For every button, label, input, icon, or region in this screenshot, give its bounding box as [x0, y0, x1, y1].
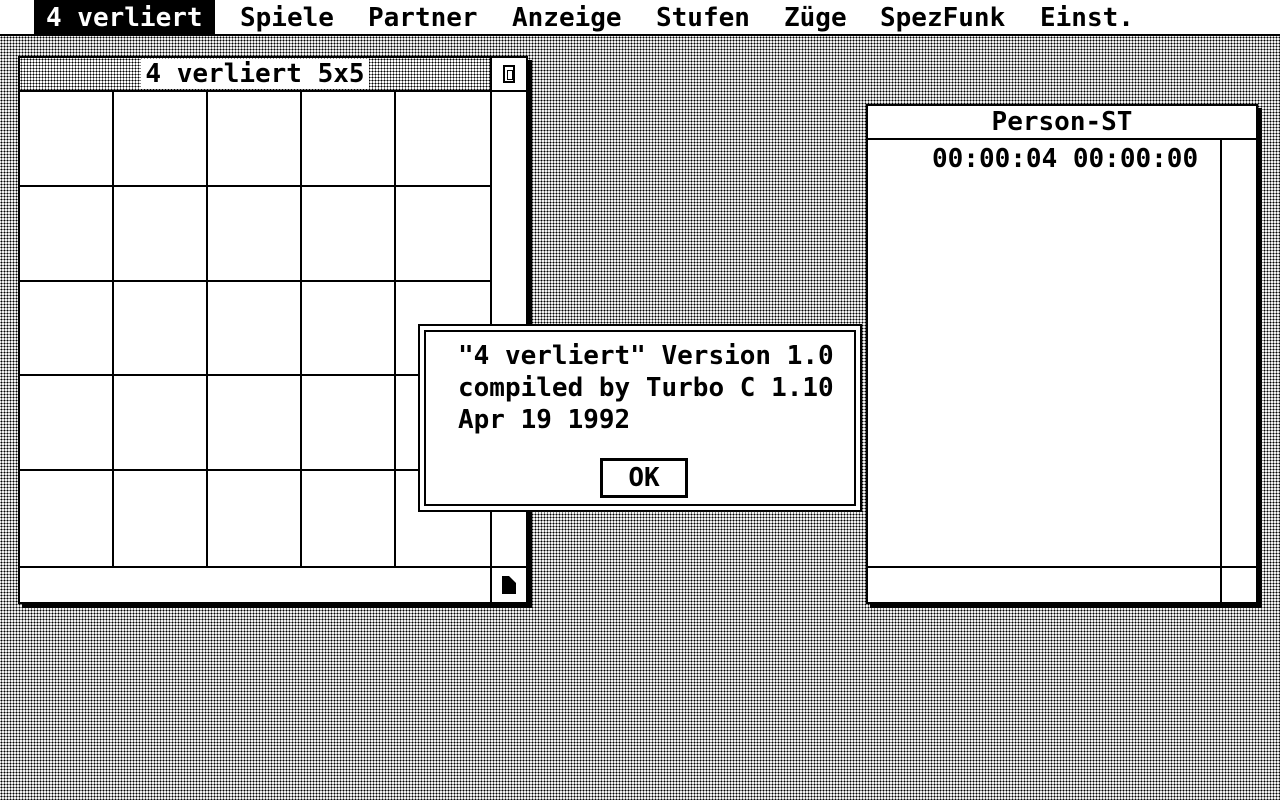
menu-item-stufen[interactable]: Stufen — [656, 0, 750, 36]
about-compiler-line: compiled by Turbo C 1.10 — [458, 373, 834, 403]
menu-item-app[interactable]: 4 verliert — [34, 0, 215, 36]
board-cell[interactable] — [20, 92, 114, 187]
board-cell[interactable] — [114, 92, 208, 187]
player-vertical-scrollbar[interactable] — [1220, 140, 1256, 568]
board-cell[interactable] — [114, 376, 208, 472]
player-size-button[interactable] — [1220, 566, 1256, 602]
size-button[interactable] — [490, 566, 526, 602]
board-cell[interactable] — [208, 92, 302, 187]
board-cell[interactable] — [114, 471, 208, 566]
game-window-titlebar[interactable]: 4 verliert 5x5 — [20, 58, 490, 92]
menu-item-partner[interactable]: Partner — [368, 0, 478, 36]
horizontal-scrollbar[interactable] — [20, 566, 492, 602]
menu-item-zuege[interactable]: Züge — [784, 0, 847, 36]
board-cell[interactable] — [20, 281, 114, 377]
fuller-button[interactable] — [490, 58, 526, 92]
menu-bar: 4 verliert Spiele Partner Anzeige Stufen… — [0, 0, 1280, 36]
board-cell[interactable] — [302, 92, 396, 187]
about-dialog-frame: "4 verliert" Version 1.0 compiled by Tur… — [424, 330, 856, 506]
player-time-list: 00:00:04 00:00:00 — [868, 140, 1220, 568]
board-cell[interactable] — [396, 186, 490, 282]
game-window-title: 4 verliert 5x5 — [141, 59, 369, 89]
board-cell[interactable] — [20, 471, 114, 566]
board-cell[interactable] — [396, 92, 490, 187]
board-cell[interactable] — [20, 376, 114, 472]
menu-item-einst[interactable]: Einst. — [1040, 0, 1134, 36]
about-version-line: "4 verliert" Version 1.0 — [458, 341, 834, 371]
board-cell[interactable] — [302, 376, 396, 472]
fuller-icon — [503, 65, 515, 83]
resize-icon — [502, 576, 516, 594]
board-cell[interactable] — [208, 376, 302, 472]
player-window-titlebar[interactable]: Person-ST — [868, 106, 1256, 140]
board-cell[interactable] — [208, 186, 302, 282]
player-window: Person-ST 00:00:04 00:00:00 — [866, 104, 1258, 604]
menu-item-anzeige[interactable]: Anzeige — [512, 0, 622, 36]
board-cell[interactable] — [302, 471, 396, 566]
player-times: 00:00:04 00:00:00 — [932, 144, 1199, 174]
player-window-title: Person-ST — [991, 107, 1133, 137]
board-cell[interactable] — [302, 186, 396, 282]
menu-item-spiele[interactable]: Spiele — [240, 0, 334, 36]
player-horizontal-scrollbar[interactable] — [868, 566, 1222, 602]
board-cell[interactable] — [114, 186, 208, 282]
board-cell[interactable] — [302, 281, 396, 377]
about-date-line: Apr 19 1992 — [458, 405, 631, 435]
ok-button[interactable]: OK — [600, 458, 688, 498]
board-cell[interactable] — [208, 281, 302, 377]
about-dialog: "4 verliert" Version 1.0 compiled by Tur… — [418, 324, 862, 512]
board-cell[interactable] — [114, 281, 208, 377]
board-cell[interactable] — [208, 471, 302, 566]
board-cell[interactable] — [20, 186, 114, 282]
menu-item-spezfunk[interactable]: SpezFunk — [880, 0, 1005, 36]
